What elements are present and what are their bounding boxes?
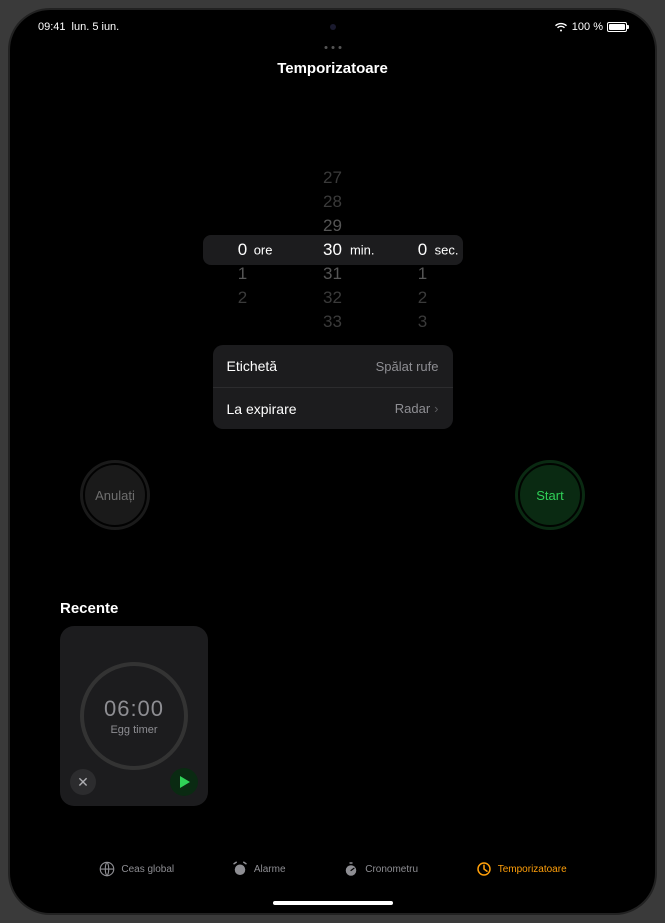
picker-seconds[interactable]: 0 1 2 3 sec. — [383, 170, 463, 330]
battery-icon — [607, 22, 627, 32]
wifi-icon — [554, 22, 568, 32]
globe-icon — [98, 860, 116, 878]
chevron-right-icon: › — [434, 401, 438, 416]
timer-settings: Etichetă Spălat rufe La expirare Radar › — [213, 345, 453, 429]
picker-hours[interactable]: 0 1 2 ore — [203, 170, 283, 330]
tab-world-clock[interactable]: Ceas global — [98, 860, 174, 878]
cancel-button[interactable]: Anulați — [80, 460, 150, 530]
picker-minutes[interactable]: 27 28 29 30 31 32 33 min. — [293, 170, 373, 330]
end-value: Radar — [395, 401, 430, 416]
home-indicator[interactable] — [273, 901, 393, 905]
tab-stopwatch[interactable]: Cronometru — [342, 860, 418, 878]
play-icon — [180, 776, 190, 788]
label-value: Spălat rufe — [376, 359, 439, 374]
recents-heading: Recente — [60, 600, 118, 617]
start-button[interactable]: Start — [515, 460, 585, 530]
status-date: lun. 5 iun. — [72, 21, 120, 33]
recent-time: 06:00 — [104, 696, 164, 722]
tab-timers[interactable]: Temporizatoare — [475, 860, 567, 878]
label-key: Etichetă — [227, 358, 278, 374]
tab-bar: Ceas global Alarme Cronometru Temporizat… — [10, 847, 655, 891]
battery-percent: 100 % — [572, 21, 603, 33]
timer-icon — [475, 860, 493, 878]
hours-unit: ore — [254, 243, 273, 258]
end-sound-row[interactable]: La expirare Radar › — [213, 387, 453, 429]
timer-dial: 06:00 Egg timer — [80, 662, 188, 770]
end-key: La expirare — [227, 401, 297, 417]
minutes-unit: min. — [350, 243, 375, 258]
page-title: Temporizatoare — [10, 60, 655, 77]
label-row[interactable]: Etichetă Spălat rufe — [213, 345, 453, 387]
close-icon: ✕ — [77, 774, 89, 791]
recent-label: Egg timer — [110, 724, 157, 736]
alarm-icon — [231, 860, 249, 878]
recent-timer-tile[interactable]: 06:00 Egg timer ✕ — [60, 626, 208, 806]
tab-alarms[interactable]: Alarme — [231, 860, 286, 878]
status-bar: 09:41 lun. 5 iun. 100 % — [10, 10, 655, 38]
play-recent-button[interactable] — [170, 768, 198, 796]
duration-picker[interactable]: 0 1 2 ore 27 28 29 30 31 32 33 min. — [203, 170, 463, 330]
stopwatch-icon — [342, 860, 360, 878]
status-time: 09:41 — [38, 21, 66, 33]
seconds-unit: sec. — [435, 243, 459, 258]
delete-recent-button[interactable]: ✕ — [70, 769, 96, 795]
multitask-dots[interactable] — [324, 46, 341, 49]
